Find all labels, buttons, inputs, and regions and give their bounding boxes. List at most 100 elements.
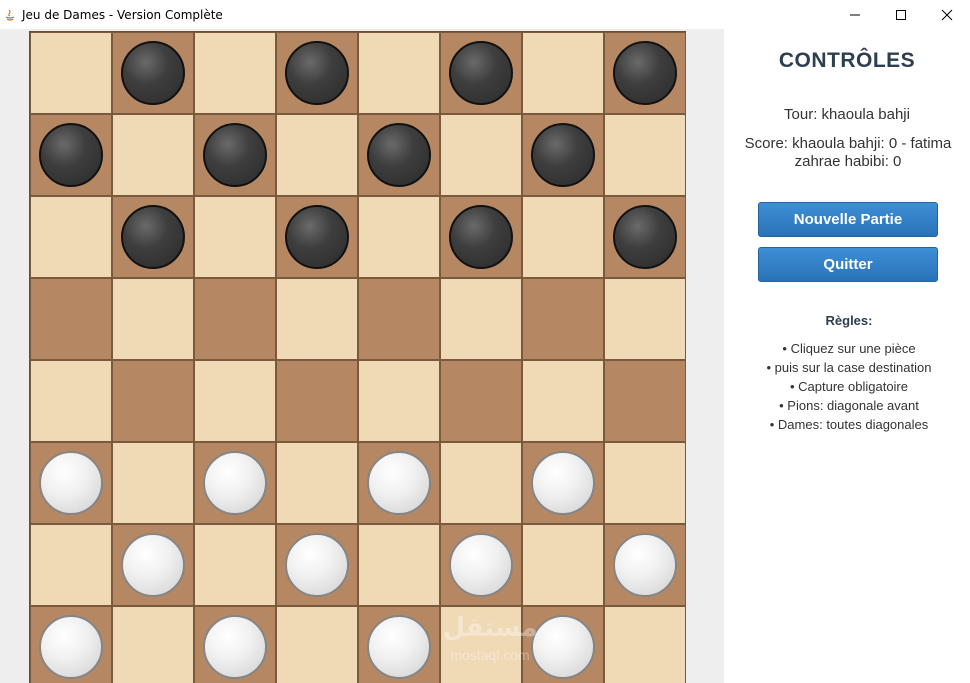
board-square[interactable] <box>276 278 358 360</box>
white-piece[interactable] <box>203 451 267 515</box>
white-piece[interactable] <box>285 533 349 597</box>
board-square[interactable] <box>358 196 440 278</box>
board-square[interactable] <box>276 606 358 683</box>
board-square[interactable] <box>604 524 686 606</box>
board-square[interactable] <box>358 606 440 683</box>
black-piece[interactable] <box>203 123 267 187</box>
black-piece[interactable] <box>285 41 349 105</box>
board-square[interactable] <box>276 524 358 606</box>
board-square[interactable] <box>276 32 358 114</box>
board-square[interactable] <box>358 32 440 114</box>
board-square[interactable] <box>440 360 522 442</box>
board-square[interactable] <box>604 114 686 196</box>
black-piece[interactable] <box>449 41 513 105</box>
board-square[interactable] <box>440 114 522 196</box>
board-square[interactable] <box>112 32 194 114</box>
black-piece[interactable] <box>613 41 677 105</box>
board-square[interactable] <box>112 442 194 524</box>
white-piece[interactable] <box>203 615 267 679</box>
board-square[interactable] <box>522 442 604 524</box>
new-game-button[interactable]: Nouvelle Partie <box>758 202 938 237</box>
board-square[interactable] <box>522 278 604 360</box>
black-piece[interactable] <box>613 205 677 269</box>
board-square[interactable] <box>30 442 112 524</box>
board-square[interactable] <box>30 114 112 196</box>
board-square[interactable] <box>604 442 686 524</box>
maximize-button[interactable] <box>878 0 924 29</box>
white-piece[interactable] <box>39 615 103 679</box>
white-piece[interactable] <box>367 451 431 515</box>
title-bar[interactable]: Jeu de Dames - Version Complète <box>0 0 970 29</box>
white-piece[interactable] <box>449 533 513 597</box>
board-square[interactable] <box>112 606 194 683</box>
board-square[interactable] <box>358 524 440 606</box>
board-square[interactable] <box>194 32 276 114</box>
board-square[interactable] <box>604 360 686 442</box>
board-square[interactable] <box>112 360 194 442</box>
rule-item: • Dames: toutes diagonales <box>769 417 929 432</box>
board-square[interactable] <box>194 114 276 196</box>
board-square[interactable] <box>30 360 112 442</box>
minimize-button[interactable] <box>832 0 878 29</box>
board-square[interactable] <box>522 196 604 278</box>
close-button[interactable] <box>924 0 970 29</box>
board-square[interactable] <box>276 196 358 278</box>
checkers-board[interactable] <box>29 31 686 683</box>
board-square[interactable] <box>276 442 358 524</box>
black-piece[interactable] <box>449 205 513 269</box>
board-square[interactable] <box>358 114 440 196</box>
black-piece[interactable] <box>121 205 185 269</box>
board-square[interactable] <box>194 442 276 524</box>
white-piece[interactable] <box>39 451 103 515</box>
rule-item: • Capture obligatoire <box>789 379 908 394</box>
board-square[interactable] <box>440 524 522 606</box>
board-square[interactable] <box>440 442 522 524</box>
board-square[interactable] <box>522 32 604 114</box>
board-square[interactable] <box>194 606 276 683</box>
board-square[interactable] <box>30 196 112 278</box>
black-piece[interactable] <box>367 123 431 187</box>
board-square[interactable] <box>112 278 194 360</box>
board-square[interactable] <box>440 196 522 278</box>
board-square[interactable] <box>276 114 358 196</box>
black-piece[interactable] <box>39 123 103 187</box>
board-square[interactable] <box>604 32 686 114</box>
black-piece[interactable] <box>531 123 595 187</box>
black-piece[interactable] <box>121 41 185 105</box>
board-square[interactable] <box>30 606 112 683</box>
white-piece[interactable] <box>531 615 595 679</box>
board-square[interactable] <box>276 360 358 442</box>
board-square[interactable] <box>358 360 440 442</box>
white-piece[interactable] <box>531 451 595 515</box>
board-square[interactable] <box>194 196 276 278</box>
close-icon <box>941 9 953 20</box>
controls-panel: CONTRÔLES Tour: khaoula bahji Score: kha… <box>724 29 970 683</box>
board-square[interactable] <box>112 524 194 606</box>
board-square[interactable] <box>194 524 276 606</box>
board-square[interactable] <box>358 442 440 524</box>
board-square[interactable] <box>604 196 686 278</box>
board-square[interactable] <box>112 114 194 196</box>
white-piece[interactable] <box>121 533 185 597</box>
white-piece[interactable] <box>613 533 677 597</box>
board-square[interactable] <box>522 606 604 683</box>
board-square[interactable] <box>194 360 276 442</box>
board-square[interactable] <box>440 278 522 360</box>
board-square[interactable] <box>604 278 686 360</box>
board-square[interactable] <box>30 278 112 360</box>
board-square[interactable] <box>30 32 112 114</box>
quit-button[interactable]: Quitter <box>758 247 938 282</box>
board-square[interactable] <box>30 524 112 606</box>
board-square[interactable] <box>604 606 686 683</box>
black-piece[interactable] <box>285 205 349 269</box>
board-square[interactable] <box>112 196 194 278</box>
board-square[interactable] <box>358 278 440 360</box>
board-square[interactable] <box>522 114 604 196</box>
board-square[interactable] <box>440 606 522 683</box>
board-square[interactable] <box>522 360 604 442</box>
white-piece[interactable] <box>367 615 431 679</box>
board-square[interactable] <box>194 278 276 360</box>
board-square[interactable] <box>440 32 522 114</box>
java-app-icon <box>3 8 17 22</box>
board-square[interactable] <box>522 524 604 606</box>
